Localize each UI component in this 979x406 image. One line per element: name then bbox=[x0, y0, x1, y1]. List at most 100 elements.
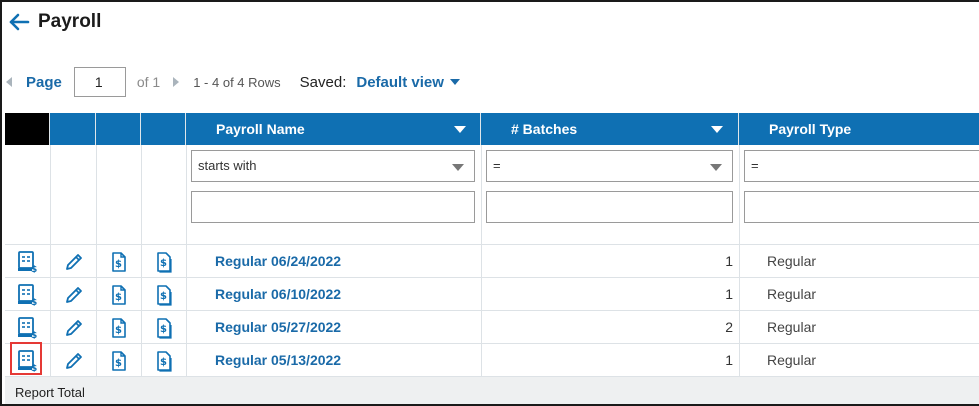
next-page-icon[interactable] bbox=[173, 77, 180, 87]
payroll-window: Payroll Page of 1 1 - 4 of 4 Rows Saved:… bbox=[0, 0, 979, 406]
batches-value: 2 bbox=[725, 319, 733, 335]
divider bbox=[141, 278, 142, 311]
svg-text:$: $ bbox=[31, 298, 37, 306]
divider bbox=[481, 145, 482, 245]
payroll-type-value: Regular bbox=[767, 253, 817, 269]
divider bbox=[186, 344, 187, 377]
title-bar: Payroll bbox=[8, 8, 101, 36]
document-dollar-icon[interactable]: $ bbox=[153, 284, 175, 306]
document-dollar-icon[interactable]: $ bbox=[108, 317, 130, 339]
column-header-label: Payroll Type bbox=[769, 121, 852, 137]
batches-value: 1 bbox=[725, 253, 733, 269]
saved-view-label: Default view bbox=[356, 73, 444, 91]
header-select-cell bbox=[5, 113, 50, 145]
page-count-label: of 1 bbox=[136, 74, 161, 90]
payroll-type-value: Regular bbox=[767, 319, 817, 335]
name-filter-input[interactable] bbox=[191, 191, 475, 223]
header-icon-col-3 bbox=[141, 113, 186, 145]
column-header-payroll-name[interactable]: Payroll Name bbox=[186, 113, 481, 145]
svg-text:$: $ bbox=[160, 258, 167, 269]
divider bbox=[739, 344, 740, 377]
page-title: Payroll bbox=[38, 11, 102, 32]
table-row: $ $ $ Regular 05/13/2022 1 Regular bbox=[5, 344, 979, 377]
batches-cell: 2 bbox=[481, 311, 733, 344]
svg-text:$: $ bbox=[160, 291, 167, 302]
divider bbox=[141, 145, 142, 245]
payroll-name-link[interactable]: Regular 06/10/2022 bbox=[215, 286, 341, 302]
svg-text:$: $ bbox=[115, 358, 122, 369]
saved-view-dropdown[interactable]: Default view bbox=[356, 74, 460, 91]
report-total-label: Report Total bbox=[15, 385, 85, 400]
batches-value: 1 bbox=[725, 352, 733, 368]
payroll-name-link[interactable]: Regular 05/13/2022 bbox=[215, 352, 341, 368]
column-header-label: Payroll Name bbox=[216, 121, 305, 137]
caret-down-icon bbox=[452, 164, 464, 171]
pager: Page of 1 1 - 4 of 4 Rows Saved: Default… bbox=[6, 66, 460, 98]
divider bbox=[739, 145, 740, 245]
batches-cell: 1 bbox=[481, 344, 733, 377]
svg-text:$: $ bbox=[115, 259, 122, 270]
pencil-edit-icon[interactable] bbox=[63, 317, 85, 339]
filter-row: starts with = = bbox=[5, 145, 979, 245]
divider bbox=[186, 245, 187, 278]
name-filter-operator-value: starts with bbox=[198, 158, 257, 173]
caret-down-icon[interactable] bbox=[454, 126, 466, 133]
batches-cell: 1 bbox=[481, 278, 733, 311]
name-filter-operator-select[interactable]: starts with bbox=[191, 150, 475, 182]
caret-down-icon[interactable] bbox=[711, 126, 723, 133]
pencil-edit-icon[interactable] bbox=[63, 350, 85, 372]
divider bbox=[186, 278, 187, 311]
divider bbox=[50, 145, 51, 245]
divider bbox=[739, 311, 740, 344]
document-dollar-icon[interactable]: $ bbox=[108, 251, 130, 273]
caret-down-icon bbox=[449, 79, 460, 85]
payroll-type-value: Regular bbox=[767, 286, 817, 302]
svg-text:$: $ bbox=[115, 292, 122, 303]
table-row: $ $ $ Regular 05/27/2022 2 Regular bbox=[5, 311, 979, 344]
divider bbox=[50, 344, 51, 377]
batches-filter-operator-value: = bbox=[493, 158, 501, 173]
document-dollar-icon[interactable]: $ bbox=[108, 284, 130, 306]
pencil-edit-icon[interactable] bbox=[63, 251, 85, 273]
page-label: Page bbox=[26, 73, 62, 91]
divider bbox=[739, 245, 740, 278]
divider bbox=[186, 145, 187, 245]
payroll-name-link[interactable]: Regular 06/24/2022 bbox=[215, 253, 341, 269]
divider bbox=[50, 245, 51, 278]
caret-down-icon bbox=[710, 164, 722, 171]
table-row: $ $ $ Regular 06/10/2022 1 Regular bbox=[5, 278, 979, 311]
type-filter-input[interactable] bbox=[744, 191, 979, 223]
divider bbox=[96, 145, 97, 245]
svg-text:$: $ bbox=[160, 324, 167, 335]
rows-count-label: 1 - 4 of 4 Rows bbox=[193, 74, 281, 90]
divider bbox=[96, 278, 97, 311]
batches-filter-input[interactable] bbox=[486, 191, 733, 223]
divider bbox=[186, 311, 187, 344]
payroll-name-link[interactable]: Regular 05/27/2022 bbox=[215, 319, 341, 335]
divider bbox=[96, 245, 97, 278]
type-filter-operator-select[interactable]: = bbox=[744, 150, 979, 182]
report-total-row: Report Total bbox=[5, 377, 979, 404]
divider bbox=[50, 278, 51, 311]
prev-page-icon[interactable] bbox=[6, 77, 12, 87]
document-dollar-icon[interactable]: $ bbox=[153, 317, 175, 339]
header-icon-col-2 bbox=[96, 113, 141, 145]
payroll-report-icon[interactable]: $ bbox=[17, 284, 39, 308]
page-number-input[interactable] bbox=[73, 67, 126, 97]
document-dollar-icon[interactable]: $ bbox=[108, 350, 130, 372]
batches-cell: 1 bbox=[481, 245, 733, 278]
arrow-left-icon[interactable] bbox=[8, 12, 30, 32]
batches-filter-operator-select[interactable]: = bbox=[486, 150, 733, 182]
table-row: $ $ $ Regular 06/24/2022 1 Regular bbox=[5, 245, 979, 278]
document-dollar-icon[interactable]: $ bbox=[153, 350, 175, 372]
payroll-report-icon[interactable]: $ bbox=[17, 251, 39, 275]
column-header-payroll-type[interactable]: Payroll Type bbox=[739, 113, 979, 145]
svg-text:$: $ bbox=[31, 331, 37, 339]
highlight-box bbox=[10, 342, 42, 375]
batches-value: 1 bbox=[725, 286, 733, 302]
divider bbox=[141, 245, 142, 278]
document-dollar-icon[interactable]: $ bbox=[153, 251, 175, 273]
pencil-edit-icon[interactable] bbox=[63, 284, 85, 306]
column-header-batches[interactable]: # Batches bbox=[481, 113, 739, 145]
payroll-report-icon[interactable]: $ bbox=[17, 317, 39, 341]
